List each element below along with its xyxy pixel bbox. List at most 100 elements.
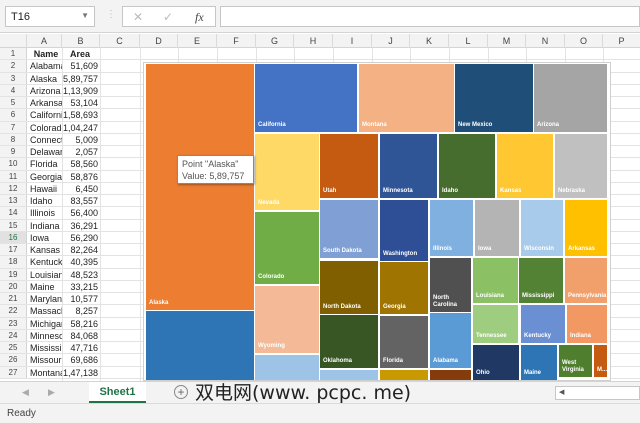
column-header[interactable]: B xyxy=(62,34,100,48)
cell-area[interactable]: 47,716 xyxy=(62,342,100,354)
enter-icon[interactable]: ✓ xyxy=(163,10,173,24)
cell-name[interactable]: Idaho xyxy=(28,195,62,207)
row-header[interactable]: 21 xyxy=(0,293,27,305)
treemap-tile[interactable]: Utah xyxy=(320,134,378,198)
treemap-tile[interactable] xyxy=(146,311,254,380)
row-header[interactable]: 18 xyxy=(0,256,27,268)
column-header[interactable]: F xyxy=(217,34,256,48)
treemap-tile[interactable]: North Dakota xyxy=(320,261,378,314)
row-header[interactable]: 7 xyxy=(0,121,27,133)
cell-area[interactable]: 5,009 xyxy=(62,134,100,146)
cell-area[interactable]: 83,557 xyxy=(62,195,100,207)
cell-name[interactable]: Kansas xyxy=(28,244,62,256)
treemap-tile[interactable]: Washington xyxy=(380,200,428,261)
row-header[interactable]: 5 xyxy=(0,97,27,109)
row-header[interactable]: 8 xyxy=(0,133,27,145)
cell-name[interactable]: Montana xyxy=(28,367,62,379)
cell-name[interactable]: Iowa xyxy=(28,232,62,244)
cell-area[interactable]: 6,450 xyxy=(62,183,100,195)
row-header[interactable]: 26 xyxy=(0,354,27,366)
cell-name[interactable]: California xyxy=(28,109,62,121)
cell-area[interactable]: 10,577 xyxy=(62,293,100,305)
horizontal-scrollbar[interactable]: ◀ xyxy=(555,386,640,400)
treemap-tile[interactable]: Idaho xyxy=(439,134,495,198)
treemap-tile[interactable]: Nevada xyxy=(255,134,319,210)
cell-name[interactable]: Missouri xyxy=(28,354,62,366)
row-header[interactable]: 16 xyxy=(0,231,27,243)
column-header[interactable]: A xyxy=(27,34,62,48)
cell-name[interactable]: Hawaii xyxy=(28,183,62,195)
name-box[interactable]: T16 ▼ xyxy=(5,6,95,27)
add-sheet-button[interactable]: + xyxy=(174,385,188,399)
cell-area[interactable]: 56,290 xyxy=(62,232,100,244)
row-header[interactable]: 2 xyxy=(0,60,27,72)
cell-name[interactable]: Louisiana xyxy=(28,269,62,281)
cell-area[interactable]: 8,257 xyxy=(62,305,100,317)
treemap-tile[interactable]: Montana xyxy=(359,64,454,132)
treemap-tile[interactable]: Maine xyxy=(521,345,557,380)
cell-area[interactable]: 58,216 xyxy=(62,318,100,330)
treemap-tile[interactable]: Illinois xyxy=(430,200,473,256)
row-header[interactable]: 23 xyxy=(0,317,27,329)
header-name[interactable]: Name xyxy=(28,48,62,60)
cell-area[interactable]: 82,264 xyxy=(62,244,100,256)
row-header[interactable]: 27 xyxy=(0,366,27,378)
cell-area[interactable]: 5,89,757 xyxy=(62,73,100,85)
row-header[interactable]: 11 xyxy=(0,170,27,182)
treemap-tile[interactable]: Louisiana xyxy=(473,258,518,303)
row-header[interactable]: 17 xyxy=(0,244,27,256)
cell-name[interactable]: Kentucky xyxy=(28,256,62,268)
cell-name[interactable]: Mississippi xyxy=(28,342,62,354)
row-header[interactable]: 13 xyxy=(0,195,27,207)
column-header[interactable]: M xyxy=(488,34,526,48)
insert-function-icon[interactable]: fx xyxy=(195,10,204,25)
cell-name[interactable]: Indiana xyxy=(28,220,62,232)
treemap-tile[interactable]: Wyoming xyxy=(255,286,319,353)
treemap-tile[interactable]: North Carolina xyxy=(430,258,471,312)
chevron-down-icon[interactable]: ▼ xyxy=(81,11,89,20)
cell-name[interactable]: Maryland xyxy=(28,293,62,305)
row-header[interactable]: 15 xyxy=(0,219,27,231)
scroll-right-icon[interactable]: ▶ xyxy=(48,387,55,398)
treemap-tile[interactable]: California xyxy=(255,64,357,132)
cell-name[interactable]: Colorado xyxy=(28,122,62,134)
cell-name[interactable]: Alaska xyxy=(28,73,62,85)
row-header[interactable]: 24 xyxy=(0,329,27,341)
tab-sheet1[interactable]: Sheet1 xyxy=(89,382,146,403)
row-header[interactable]: 22 xyxy=(0,305,27,317)
row-header[interactable]: 20 xyxy=(0,280,27,292)
row-header[interactable]: 25 xyxy=(0,342,27,354)
treemap-tile[interactable] xyxy=(320,370,378,380)
header-area[interactable]: Area xyxy=(62,48,100,60)
treemap-tile[interactable]: Minnesota xyxy=(380,134,437,198)
cell-name[interactable]: Florida xyxy=(28,158,62,170)
cell-area[interactable]: 48,523 xyxy=(62,269,100,281)
cell-name[interactable]: Michigan xyxy=(28,318,62,330)
treemap-tile[interactable]: Colorado xyxy=(255,212,319,284)
column-header[interactable]: P xyxy=(603,34,640,48)
cell-name[interactable]: Illinois xyxy=(28,207,62,219)
column-header[interactable]: H xyxy=(294,34,333,48)
treemap-tile[interactable]: Ohio xyxy=(473,345,519,380)
treemap-tile[interactable]: Alaska xyxy=(146,64,254,310)
cell-area[interactable]: 1,47,138 xyxy=(62,367,100,379)
cell-area[interactable]: 1,58,693 xyxy=(62,109,100,121)
cell-name[interactable]: Arkansas xyxy=(28,97,62,109)
treemap-tile[interactable]: Kentucky xyxy=(521,305,565,343)
treemap-tile[interactable]: Indiana xyxy=(567,305,607,343)
treemap-tile[interactable]: M... xyxy=(594,345,607,377)
treemap-tile[interactable]: Iowa xyxy=(475,200,519,256)
cell-area[interactable]: 56,400 xyxy=(62,207,100,219)
cell-area[interactable]: 33,215 xyxy=(62,281,100,293)
treemap-tile[interactable]: South Dakota xyxy=(320,200,378,258)
cell-area[interactable]: 1,04,247 xyxy=(62,122,100,134)
row-header[interactable]: 19 xyxy=(0,268,27,280)
row-header[interactable]: 1 xyxy=(0,48,27,60)
cell-area[interactable]: 58,560 xyxy=(62,158,100,170)
treemap-tile[interactable] xyxy=(255,355,319,380)
column-header[interactable]: L xyxy=(449,34,488,48)
cell-area[interactable]: 2,057 xyxy=(62,146,100,158)
treemap-tile[interactable]: Wisconsin xyxy=(521,200,563,256)
treemap-tile[interactable] xyxy=(430,370,471,380)
row-header[interactable]: 6 xyxy=(0,109,27,121)
